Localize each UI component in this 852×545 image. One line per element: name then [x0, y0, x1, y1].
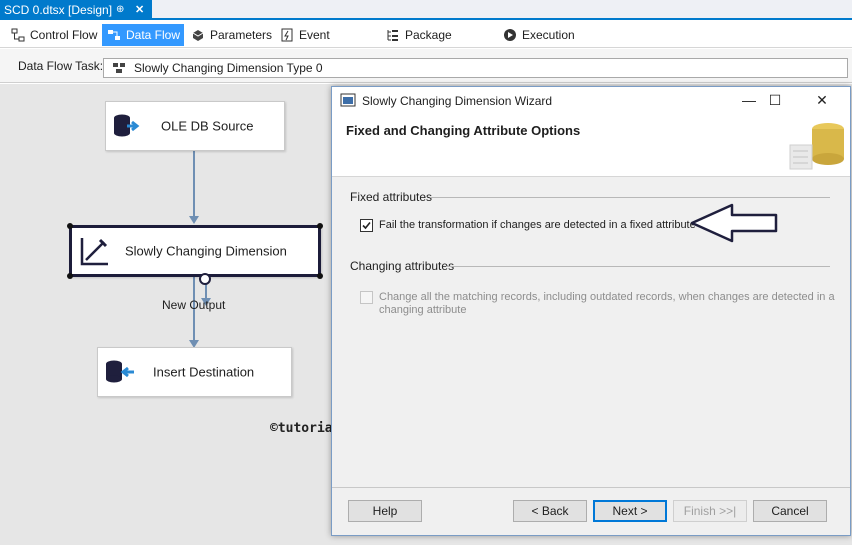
execution-results-icon: [504, 29, 516, 41]
wizard-app-icon: [340, 93, 356, 107]
dialog-title: Slowly Changing Dimension Wizard: [362, 94, 553, 108]
change-all-matching-records-label: Change all the matching records, includi…: [379, 291, 835, 316]
tab-label: Control Flow: [30, 28, 98, 42]
fail-on-fixed-change-checkbox[interactable]: [360, 219, 373, 232]
tab-data-flow[interactable]: Data Flow: [102, 24, 184, 46]
resize-handle[interactable]: [67, 273, 73, 279]
database-destination-icon: [106, 360, 134, 383]
tab-label: Data Flow: [126, 28, 181, 42]
change-all-matching-records-option: Change all the matching records, includi…: [360, 291, 840, 319]
change-all-matching-records-checkbox: [360, 291, 373, 304]
resize-handle[interactable]: [317, 273, 323, 279]
divider: [430, 197, 830, 198]
document-tab-strip: SCD 0.dtsx [Design] ⊕ ✕: [0, 0, 852, 20]
database-source-icon: [114, 114, 140, 137]
resize-handle[interactable]: [67, 223, 73, 229]
component-label: Insert Destination: [153, 364, 255, 380]
output-connector-icon[interactable]: [198, 272, 212, 286]
fail-on-fixed-change-label: Fail the transformation if changes are d…: [379, 219, 696, 231]
designer-tab-bar: Control Flow Data Flow Parameters Event …: [0, 22, 852, 64]
scd-wizard-dialog: Slowly Changing Dimension Wizard — ☐ ✕ F…: [331, 86, 851, 536]
scd-icon: [80, 238, 108, 266]
package-explorer-icon: [387, 30, 398, 41]
tab-package-explorer[interactable]: Package Explorer: [381, 24, 495, 64]
finish-button: Finish >>|: [673, 500, 747, 522]
annotation-arrow-icon: [690, 203, 778, 243]
slowly-changing-dimension-component[interactable]: Slowly Changing Dimension: [67, 223, 323, 279]
wizard-page-title: Fixed and Changing Attribute Options: [346, 123, 581, 138]
dialog-titlebar[interactable]: Slowly Changing Dimension Wizard — ☐ ✕: [332, 87, 850, 115]
control-flow-icon: [11, 28, 25, 42]
next-button[interactable]: Next >: [593, 500, 667, 522]
tab-event-handlers[interactable]: Event Handlers: [275, 24, 377, 64]
data-flow-task-dropdown[interactable]: Slowly Changing Dimension Type 0: [103, 58, 848, 78]
data-path-label[interactable]: New Output: [162, 298, 225, 312]
component-label: OLE DB Source: [161, 118, 254, 134]
resize-handle[interactable]: [317, 223, 323, 229]
data-flow-icon: [108, 30, 120, 40]
fixed-attributes-heading: Fixed attributes: [350, 190, 433, 204]
tab-label: Parameters: [210, 28, 273, 42]
close-icon[interactable]: ✕: [808, 89, 836, 111]
changing-attributes-heading: Changing attributes: [350, 259, 455, 273]
pin-icon[interactable]: ⊕: [116, 0, 124, 20]
insert-destination-component[interactable]: Insert Destination: [97, 347, 292, 397]
data-flow-task-row: Data Flow Task: Slowly Changing Dimensio…: [0, 49, 852, 83]
data-flow-task-icon: [113, 63, 125, 73]
minimize-icon[interactable]: —: [735, 89, 763, 111]
back-button[interactable]: < Back: [513, 500, 587, 522]
ole-db-source-component[interactable]: OLE DB Source: [105, 101, 285, 151]
wizard-header-art-icon: [789, 123, 844, 170]
data-flow-task-value: Slowly Changing Dimension Type 0: [134, 61, 323, 75]
checkmark-icon: [362, 221, 371, 230]
data-path-connectors: [189, 150, 211, 348]
document-tab-title: SCD 0.dtsx [Design]: [4, 3, 113, 17]
event-handlers-icon: [281, 28, 293, 42]
tab-parameters[interactable]: Parameters: [186, 24, 272, 46]
tab-execution-results[interactable]: Execution Results: [498, 24, 614, 64]
help-button[interactable]: Help: [348, 500, 422, 522]
wizard-header: Fixed and Changing Attribute Options: [332, 115, 850, 177]
document-tab[interactable]: SCD 0.dtsx [Design] ⊕ ✕: [0, 0, 152, 20]
cancel-button[interactable]: Cancel: [753, 500, 827, 522]
maximize-icon[interactable]: ☐: [761, 89, 789, 111]
data-flow-task-label: Data Flow Task:: [18, 59, 104, 73]
close-icon[interactable]: ✕: [135, 0, 144, 20]
divider: [446, 266, 830, 267]
tab-control-flow[interactable]: Control Flow: [6, 24, 98, 46]
parameters-icon: [192, 30, 204, 41]
component-label: Slowly Changing Dimension: [125, 243, 287, 259]
footer-divider: [332, 487, 850, 488]
